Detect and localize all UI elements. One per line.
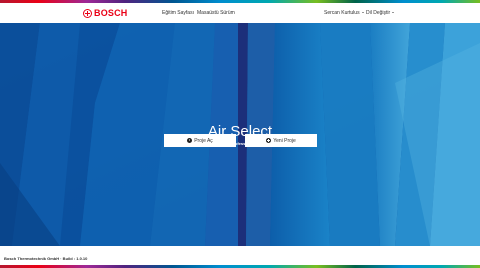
user-name: Sercan Kurtulus [324,10,360,16]
chevron-down-icon [392,12,395,14]
bosch-armature-icon [83,8,92,18]
footer: Bosch Thermotechnik GmbH · Build : 1.0.1… [0,246,480,265]
user-menu[interactable]: Sercan Kurtulus [324,10,364,17]
page: BOSCH Eğitim Sayfası Masaüstü Sürüm Serc… [0,0,480,268]
language-label: Dil Değiştir [366,10,391,16]
nav-training-page-link[interactable]: Eğitim Sayfası [162,10,194,17]
app-subtitle: For Professionals [223,141,257,146]
add-circle-icon [266,138,272,143]
open-project-button[interactable]: Proje Aç [164,134,236,147]
new-project-label: Yeni Proje [273,137,296,144]
play-circle-icon [187,138,193,143]
chevron-down-icon [361,12,364,14]
new-project-button[interactable]: Yeni Proje [245,134,317,147]
hero-banner: Air Select For Professionals [0,23,480,246]
header: BOSCH Eğitim Sayfası Masaüstü Sürüm Serc… [0,3,480,23]
open-project-label: Proje Aç [194,137,213,144]
language-menu[interactable]: Dil Değiştir [366,10,395,17]
footer-build-info: Bosch Thermotechnik GmbH · Build : 1.0.1… [4,256,88,261]
app-title: Air Select [207,123,273,140]
brand-name: BOSCH [94,8,128,18]
bosch-logo[interactable]: BOSCH [83,7,128,19]
nav-desktop-version-link[interactable]: Masaüstü Sürüm [197,10,235,17]
